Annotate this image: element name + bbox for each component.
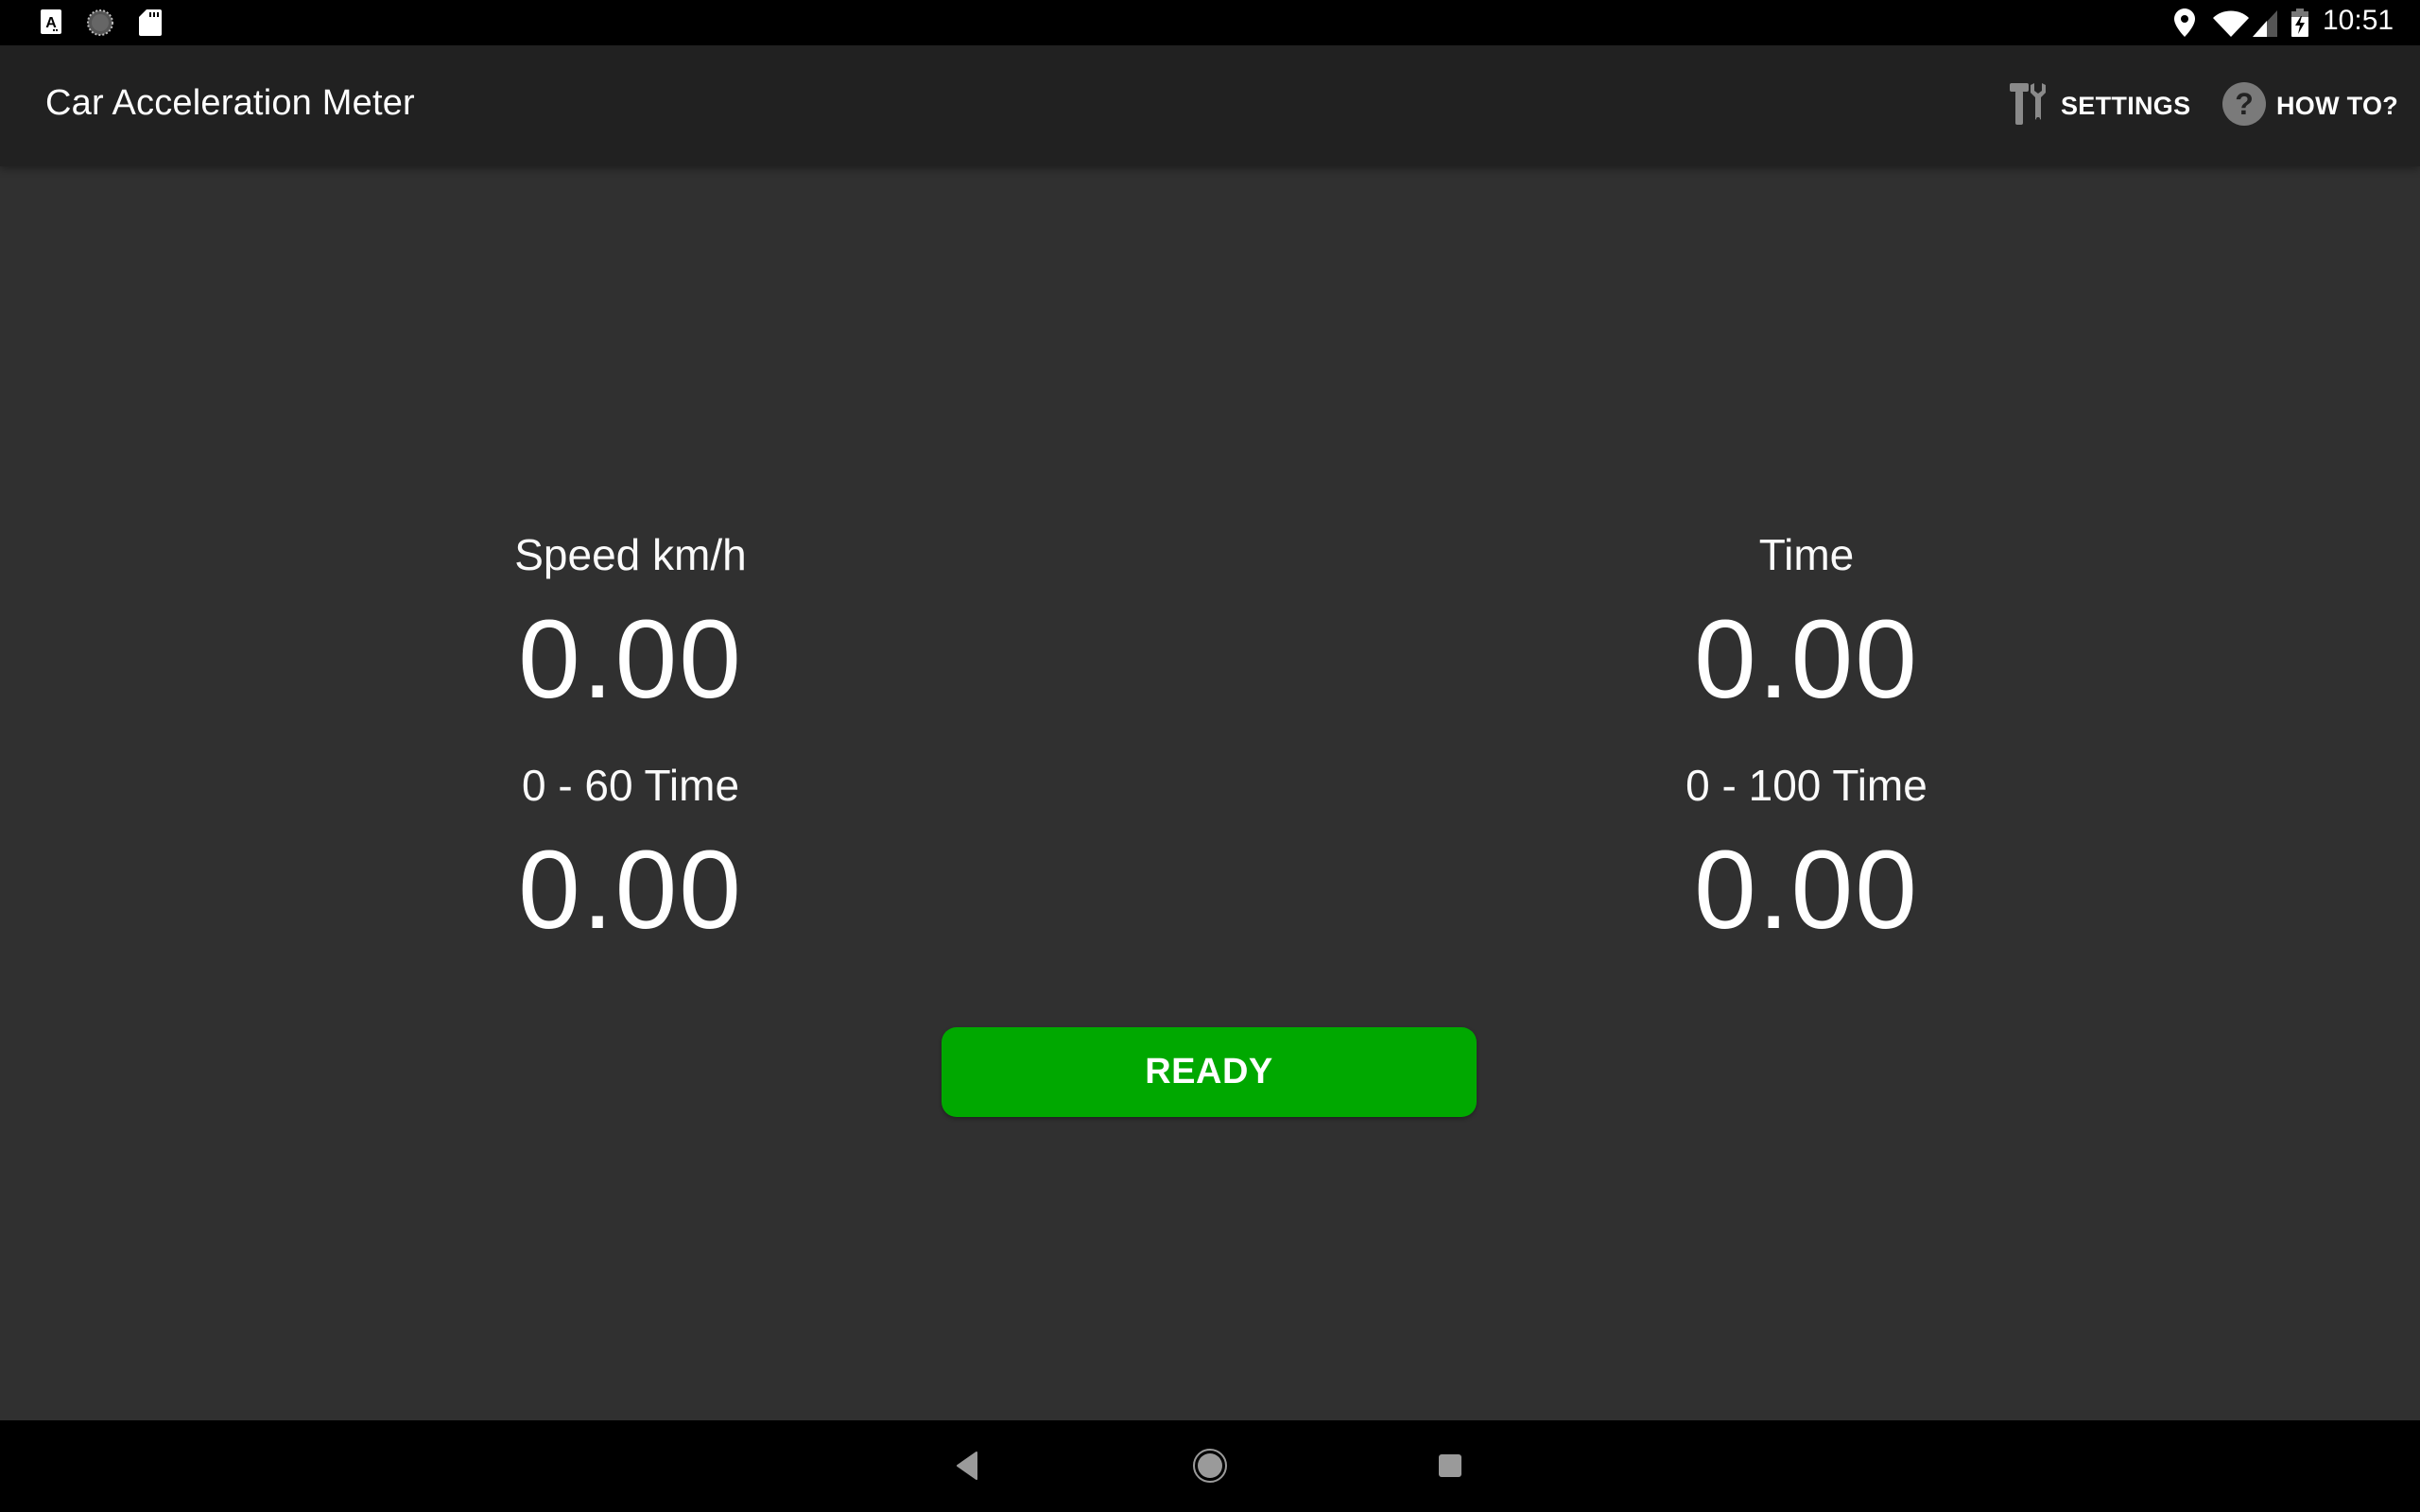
svg-text:?: ? — [2235, 87, 2254, 121]
settings-label: SETTINGS — [2061, 91, 2191, 120]
battery-charging-icon — [2291, 9, 2308, 42]
time-label: Time — [1758, 530, 1855, 579]
zero-to-60-label: 0 - 60 Time — [521, 761, 740, 810]
sd-card-icon — [139, 9, 162, 41]
meter-panel: Speed km/h 0.00 0 - 60 Time 0.00 Time 0.… — [0, 166, 2420, 1420]
how-to-button[interactable]: ? HOW TO? — [2221, 81, 2398, 130]
zero-to-100-value: 0.00 — [1694, 828, 1919, 953]
text-a-notification-icon: A — [41, 9, 61, 41]
navigation-bar — [0, 1420, 2420, 1512]
home-button[interactable] — [1182, 1439, 1238, 1496]
sync-circle-notification-icon — [87, 9, 113, 41]
cell-signal-icon — [2253, 10, 2277, 42]
time-value: 0.00 — [1694, 597, 1919, 722]
settings-button[interactable]: SETTINGS — [2008, 81, 2190, 130]
wifi-icon — [2213, 10, 2249, 42]
home-icon — [1191, 1447, 1229, 1489]
speed-label: Speed km/h — [514, 530, 747, 579]
ready-button[interactable]: READY — [942, 1027, 1477, 1117]
status-bar: A 10:51 — [0, 0, 2420, 45]
back-icon — [954, 1451, 982, 1486]
status-time: 10:51 — [2323, 5, 2394, 36]
tools-icon — [2008, 81, 2051, 131]
app-title: Car Acceleration Meter — [45, 83, 415, 123]
recents-button[interactable] — [1422, 1439, 1478, 1496]
app-bar: Car Acceleration Meter SETTINGS ? HOW TO… — [0, 45, 2420, 166]
zero-to-60-value: 0.00 — [518, 828, 743, 953]
svg-text:A: A — [45, 15, 57, 31]
how-to-label: HOW TO? — [2276, 91, 2399, 120]
zero-to-100-label: 0 - 100 Time — [1685, 761, 1927, 810]
back-button[interactable] — [940, 1439, 996, 1496]
help-circle-icon: ? — [2221, 81, 2267, 131]
speed-value: 0.00 — [518, 597, 743, 722]
location-pin-icon — [2174, 9, 2195, 42]
recents-icon — [1437, 1452, 1463, 1484]
